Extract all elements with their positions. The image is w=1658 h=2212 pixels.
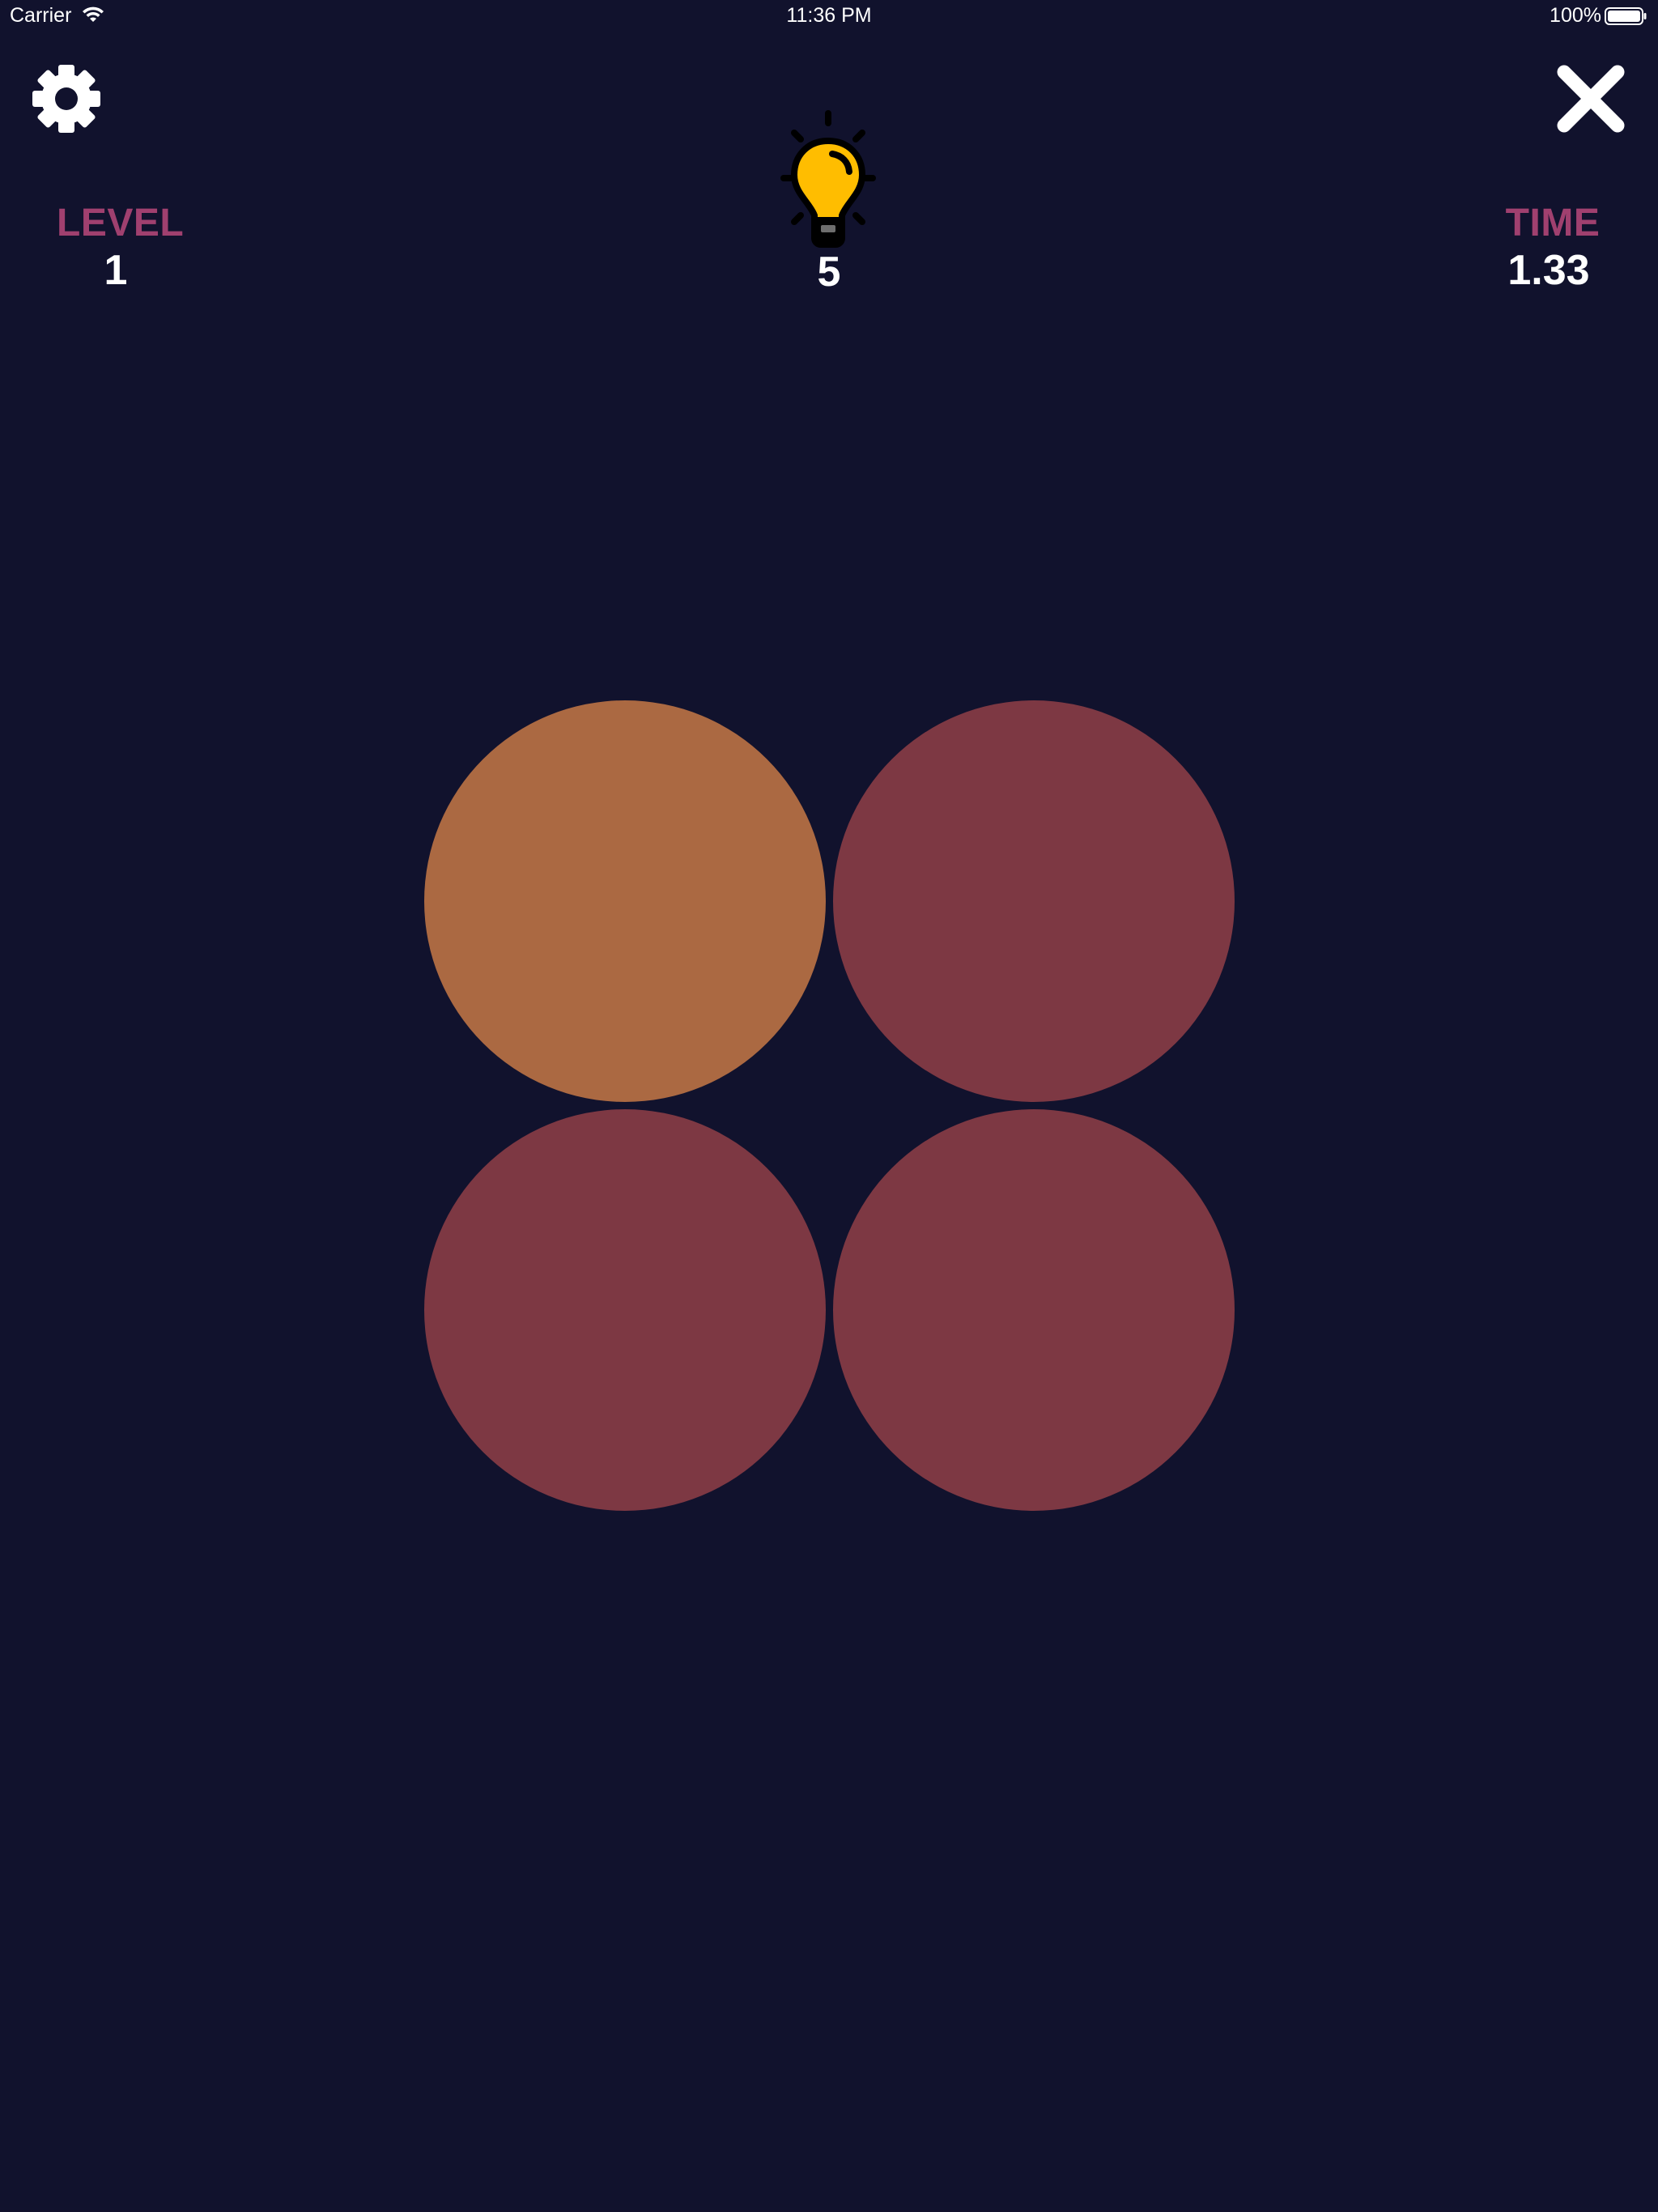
game-circle[interactable]	[833, 700, 1235, 1102]
gear-icon[interactable]	[31, 63, 102, 134]
lightbulb-icon[interactable]	[759, 110, 897, 248]
hints-count: 5	[817, 249, 841, 296]
game-circle-odd[interactable]	[424, 700, 826, 1102]
battery-icon	[1605, 7, 1647, 25]
game-screen: Carrier 11:36 PM 100% LEVEL 1 5 TIME 1.3…	[0, 0, 1658, 2212]
status-bar: Carrier 11:36 PM 100%	[0, 0, 1658, 32]
time-label: TIME	[1505, 202, 1601, 245]
battery-percentage: 100%	[1550, 4, 1601, 27]
game-circle[interactable]	[833, 1109, 1235, 1511]
status-time: 11:36 PM	[786, 4, 872, 27]
level-value: 1	[104, 247, 128, 294]
level-label: LEVEL	[57, 202, 185, 245]
game-circle[interactable]	[424, 1109, 826, 1511]
time-value: 1.33	[1507, 247, 1590, 294]
close-icon[interactable]	[1555, 63, 1626, 134]
